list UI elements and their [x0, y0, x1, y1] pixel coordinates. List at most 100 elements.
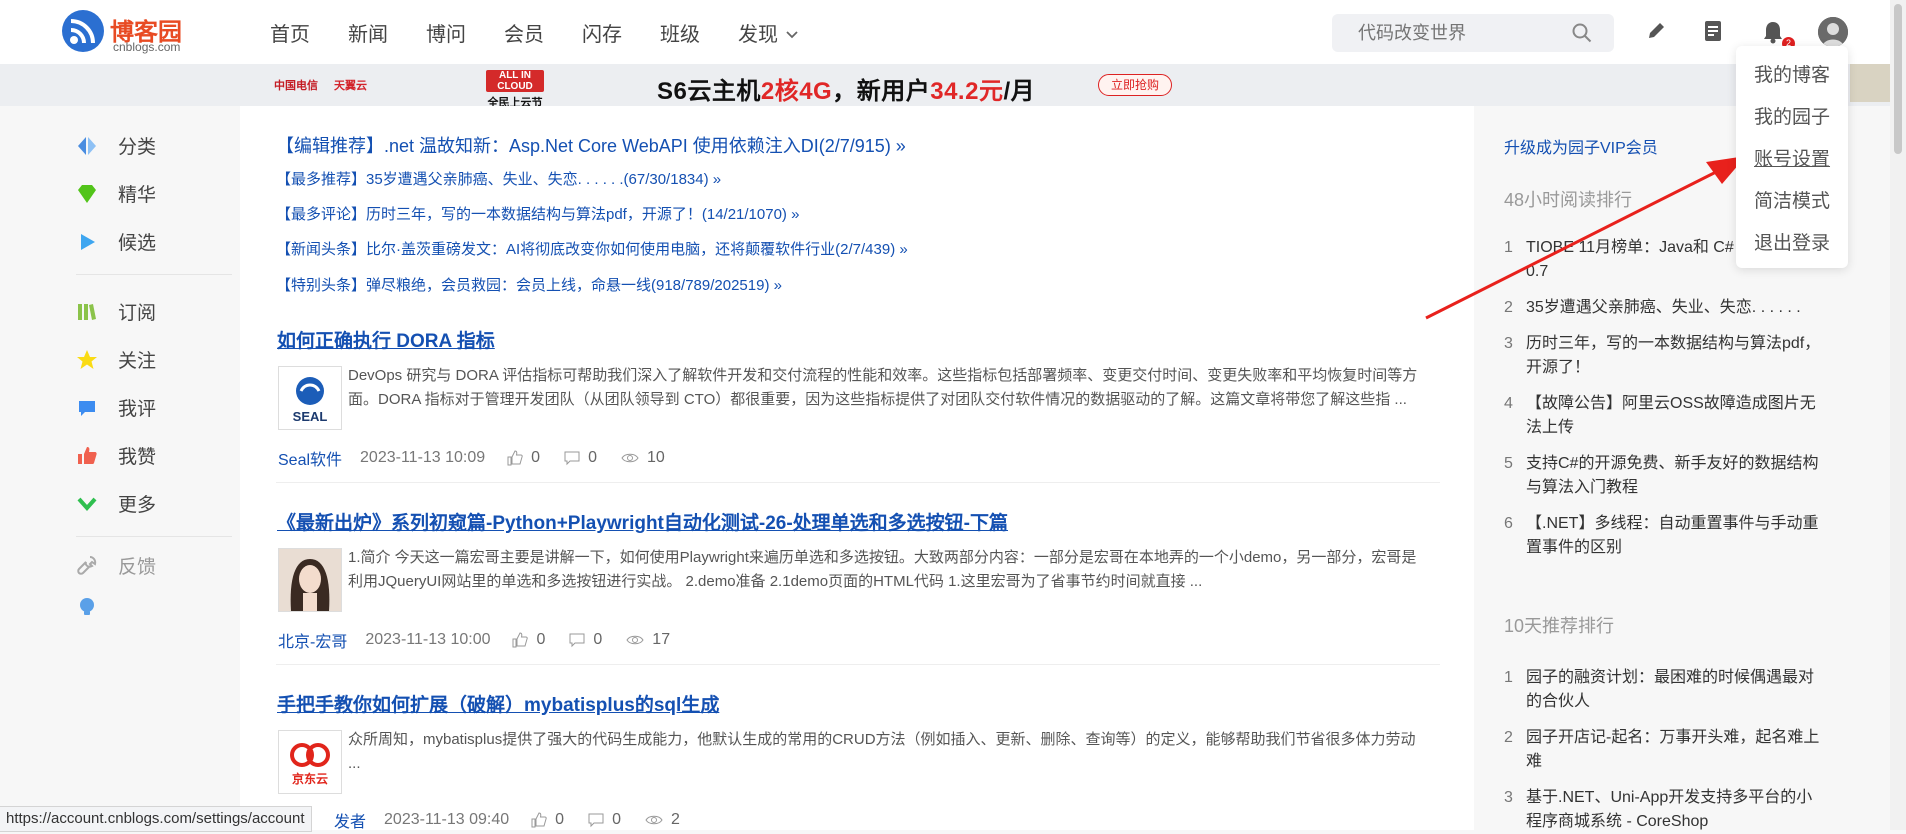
page-scrollbar[interactable]: [1890, 0, 1906, 830]
sidebar-item-candidate[interactable]: 候选: [76, 228, 156, 255]
sidebar-item-label: 候选: [118, 233, 157, 254]
bell-icon[interactable]: [1762, 20, 1784, 49]
nav-class[interactable]: 班级: [660, 18, 700, 47]
sidebar-item-idea[interactable]: [76, 596, 118, 618]
sidebar-item-subscribe[interactable]: 订阅: [76, 298, 156, 325]
post-date: 2023-11-13 10:09: [360, 449, 486, 466]
recommend-news[interactable]: 【新闻头条】比尔·盖茨重磅发文：AI将彻底改变你如何使用电脑，还将颠覆软件行业(…: [276, 238, 908, 259]
post-views[interactable]: 10: [621, 449, 665, 467]
rank-item[interactable]: 5 支持C#的开源免费、新手友好的数据结构与算法入门教程: [1504, 452, 1824, 500]
sidebar-item-more[interactable]: 更多: [76, 490, 156, 517]
sidebar-item-label: 我评: [118, 399, 157, 420]
account-dropdown: 我的博客 我的园子 账号设置 简洁模式 退出登录: [1736, 46, 1848, 268]
menu-my-blog[interactable]: 我的博客: [1754, 60, 1830, 87]
rank-number: 3: [1504, 335, 1513, 352]
post-views[interactable]: 17: [626, 631, 670, 649]
scrollbar-thumb[interactable]: [1894, 4, 1902, 154]
post-comments-count: 0: [612, 811, 621, 828]
recommend-comments[interactable]: 【最多评论】历时三年，写的一本数据结构与算法pdf，开源了！(14/21/107…: [276, 203, 799, 224]
post-title[interactable]: 如何正确执行 DORA 指标: [277, 326, 495, 353]
rank-number: 3: [1504, 789, 1513, 806]
banner-cta-button[interactable]: 立即抢购: [1098, 74, 1172, 96]
post-summary: 1.简介 今天这一篇宏哥主要是讲解一下，如何使用Playwright来遍历单选和…: [348, 549, 1417, 590]
post-author[interactable]: 发者: [334, 808, 366, 832]
nav-news[interactable]: 新闻: [348, 18, 388, 47]
nav-discover-label: 发现: [738, 24, 778, 46]
menu-logout[interactable]: 退出登录: [1754, 228, 1830, 255]
ad-banner[interactable]: 中国电信 天翼云 ALL IN CLOUD 全民上云节 S6云主机2核4G，新用…: [0, 64, 1906, 109]
post-comments[interactable]: 0: [588, 811, 621, 829]
post-likes-count: 0: [536, 631, 546, 648]
thumb-label: SEAL: [293, 409, 328, 424]
pencil-icon[interactable]: [1645, 20, 1667, 47]
post-likes[interactable]: 0: [507, 449, 540, 467]
chevron-down-icon: [76, 493, 98, 515]
post-likes-count: 0: [555, 811, 565, 828]
post-author[interactable]: 北京-宏哥: [278, 628, 347, 652]
menu-my-garden[interactable]: 我的园子: [1754, 102, 1830, 129]
sidebar-item-featured[interactable]: 精华: [76, 180, 156, 207]
post-author[interactable]: Seal软件: [278, 446, 342, 470]
sidebar-item-follow[interactable]: 关注: [76, 346, 156, 373]
sidebar-item-feedback[interactable]: 反馈: [76, 552, 156, 579]
rank-number: 5: [1504, 455, 1513, 472]
rank-item[interactable]: 3 基于.NET、Uni-App开发支持多平台的小程序商城系统 - CoreSho…: [1504, 786, 1824, 834]
nav-ing[interactable]: 闪存: [582, 18, 622, 47]
rank-item[interactable]: 6 【.NET】多线程：自动重置事件与手动重置事件的区别: [1504, 512, 1824, 560]
post-views[interactable]: 2: [645, 811, 680, 829]
banner-text-d: 34.2元: [930, 78, 1004, 105]
left-sidebar: 分类 精华 候选 订阅 关注 我评 我赞 更多 反馈: [0, 106, 240, 830]
play-icon: [76, 231, 98, 253]
post-comments[interactable]: 0: [569, 631, 602, 649]
sidebar-item-label: 分类: [118, 137, 157, 158]
user-avatar[interactable]: [1818, 17, 1848, 47]
rank-item[interactable]: 3 历时三年，写的一本数据结构与算法pdf，开源了！: [1504, 332, 1824, 380]
post-thumbnail[interactable]: 京东云: [278, 730, 342, 794]
menu-simple-mode[interactable]: 简洁模式: [1754, 186, 1830, 213]
wrench-icon: [76, 555, 98, 577]
recommend-most[interactable]: 【最多推荐】35岁遭遇父亲肺癌、失业、失恋. . . . . .(67/30/1…: [276, 168, 721, 189]
post-views-count: 10: [646, 449, 665, 466]
banner-text-a: S6云主机: [657, 78, 761, 105]
banner-text-b: 2核4G: [760, 78, 833, 105]
banner-side-image: [1850, 64, 1890, 102]
eye-icon: [626, 635, 644, 645]
post-thumbnail[interactable]: [278, 548, 342, 612]
sidebar-item-label: 反馈: [118, 557, 157, 578]
nav-questions[interactable]: 博问: [426, 18, 466, 47]
rank-title: 支持C#的开源免费、新手友好的数据结构与算法入门教程: [1526, 455, 1819, 496]
site-logo[interactable]: 博客园 cnblogs.com: [62, 8, 192, 58]
sidebar-item-my-comments[interactable]: 我评: [76, 394, 156, 421]
post-date: 2023-11-13 10:00: [365, 631, 491, 648]
post-comments[interactable]: 0: [564, 449, 597, 467]
annotation-arrow: [1425, 156, 1746, 320]
thumbs-up-icon: [531, 812, 547, 828]
rank-item[interactable]: 2 园子开店记-起名：万事开头难，起名难上难: [1504, 726, 1824, 774]
category-icon: [76, 135, 98, 157]
rank-number: 1: [1504, 669, 1513, 686]
rank-item[interactable]: 4 【故障公告】阿里云OSS故障造成图片无法上传: [1504, 392, 1824, 440]
post-comments-count: 0: [593, 631, 603, 648]
post-title[interactable]: 《最新出炉》系列初窥篇-Python+Playwright自动化测试-26-处理…: [277, 508, 1008, 535]
nav-discover[interactable]: 发现: [738, 18, 798, 47]
sidebar-divider: [76, 536, 232, 537]
search-icon[interactable]: [1572, 23, 1592, 48]
sidebar-item-label: 我赞: [118, 447, 157, 468]
document-icon[interactable]: [1703, 20, 1723, 47]
post-divider: [276, 664, 1440, 665]
nav-vip[interactable]: 会员: [504, 18, 544, 47]
post-likes[interactable]: 0: [531, 811, 564, 829]
sidebar-item-my-likes[interactable]: 我赞: [76, 442, 156, 469]
rank-item[interactable]: 1 园子的融资计划：最困难的时候偶遇最对的合伙人: [1504, 666, 1824, 714]
post-title[interactable]: 手把手教你如何扩展（破解）mybatisplus的sql生成: [277, 690, 719, 717]
recommend-special[interactable]: 【特别头条】弹尽粮绝，会员救园：会员上线，命悬一线(918/789/202519…: [276, 274, 782, 295]
nav-home[interactable]: 首页: [270, 18, 310, 47]
recommend-editor[interactable]: 【编辑推荐】.net 温故知新：Asp.Net Core WebAPI 使用依赖…: [276, 132, 906, 158]
sidebar-item-category[interactable]: 分类: [76, 132, 156, 159]
link-status-bar: https://account.cnblogs.com/settings/acc…: [0, 806, 312, 832]
post-thumbnail[interactable]: SEAL: [278, 366, 342, 430]
menu-account-settings[interactable]: 账号设置: [1754, 144, 1830, 171]
search-input[interactable]: [1356, 22, 1560, 45]
post-divider: [276, 482, 1440, 483]
post-likes[interactable]: 0: [512, 631, 545, 649]
